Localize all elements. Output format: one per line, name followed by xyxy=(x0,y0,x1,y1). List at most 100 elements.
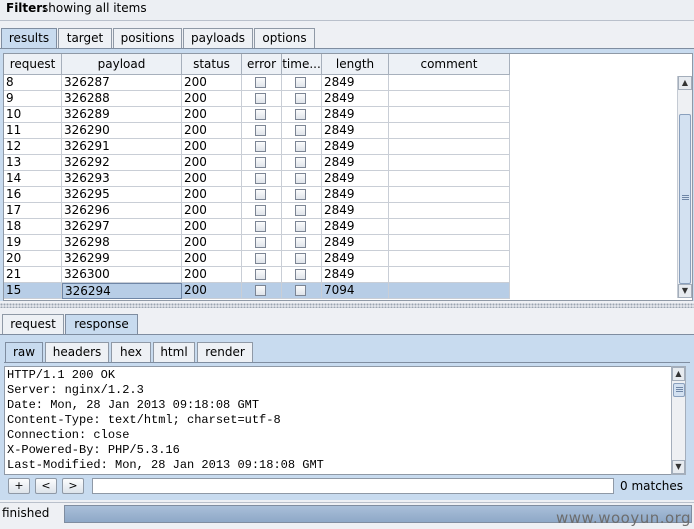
status-text: finished xyxy=(2,506,50,520)
timeout-checkbox[interactable] xyxy=(295,253,306,264)
scroll-thumb[interactable] xyxy=(679,114,691,284)
column-header-payload[interactable]: payload xyxy=(62,54,182,75)
error-checkbox[interactable] xyxy=(255,141,266,152)
scroll-thumb[interactable] xyxy=(673,383,685,397)
error-checkbox[interactable] xyxy=(255,125,266,136)
table-row[interactable]: 20 326299 200 2849 xyxy=(4,251,510,267)
tab-options[interactable]: options xyxy=(254,28,315,48)
table-row[interactable]: 9 326288 200 2849 xyxy=(4,91,510,107)
cell-error xyxy=(242,171,282,187)
cell-timeout xyxy=(282,75,322,91)
error-checkbox[interactable] xyxy=(255,77,266,88)
table-row[interactable]: 14 326293 200 2849 xyxy=(4,171,510,187)
previous-button[interactable]: < xyxy=(35,478,57,494)
results-table[interactable]: request payload status error time... len… xyxy=(3,53,693,301)
timeout-checkbox[interactable] xyxy=(295,205,306,216)
tab-target[interactable]: target xyxy=(58,28,112,48)
cell-error xyxy=(242,155,282,171)
timeout-checkbox[interactable] xyxy=(295,125,306,136)
timeout-checkbox[interactable] xyxy=(295,221,306,232)
timeout-checkbox[interactable] xyxy=(295,157,306,168)
error-checkbox[interactable] xyxy=(255,269,266,280)
error-checkbox[interactable] xyxy=(255,285,266,296)
cell-status: 200 xyxy=(182,171,242,187)
table-row[interactable]: 21 326300 200 2849 xyxy=(4,267,510,283)
cell-request: 18 xyxy=(4,219,62,235)
table-row[interactable]: 11 326290 200 2849 xyxy=(4,123,510,139)
table-row[interactable]: 12 326291 200 2849 xyxy=(4,139,510,155)
cell-timeout xyxy=(282,283,322,299)
cell-error xyxy=(242,107,282,123)
tab-request[interactable]: request xyxy=(2,314,64,334)
timeout-checkbox[interactable] xyxy=(295,269,306,280)
timeout-checkbox[interactable] xyxy=(295,237,306,248)
tab-results[interactable]: results xyxy=(1,28,57,48)
timeout-checkbox[interactable] xyxy=(295,285,306,296)
timeout-checkbox[interactable] xyxy=(295,189,306,200)
table-row[interactable]: 18 326297 200 2849 xyxy=(4,219,510,235)
tab-payloads[interactable]: payloads xyxy=(183,28,253,48)
cell-request: 11 xyxy=(4,123,62,139)
table-scrollbar[interactable]: ▲ ▼ xyxy=(677,76,692,298)
filter-bar[interactable]: Filter: showing all items xyxy=(0,0,694,21)
cell-request: 20 xyxy=(4,251,62,267)
cell-timeout xyxy=(282,203,322,219)
cell-comment xyxy=(389,283,510,299)
cell-length: 2849 xyxy=(322,203,389,219)
table-row[interactable]: 16 326295 200 2849 xyxy=(4,187,510,203)
tab-headers[interactable]: headers xyxy=(45,342,109,362)
error-checkbox[interactable] xyxy=(255,205,266,216)
error-checkbox[interactable] xyxy=(255,93,266,104)
column-header-timeout[interactable]: time... xyxy=(282,54,322,75)
table-row[interactable]: 15 326294 200 7094 xyxy=(4,283,510,299)
cell-timeout xyxy=(282,107,322,123)
error-checkbox[interactable] xyxy=(255,189,266,200)
next-button[interactable]: > xyxy=(62,478,84,494)
cell-length: 2849 xyxy=(322,171,389,187)
triangle-down-icon[interactable]: ▼ xyxy=(678,284,692,298)
tab-response[interactable]: response xyxy=(65,314,138,334)
column-header-request[interactable]: request xyxy=(4,54,62,75)
column-header-status[interactable]: status xyxy=(182,54,242,75)
error-checkbox[interactable] xyxy=(255,221,266,232)
column-header-length[interactable]: length xyxy=(322,54,389,75)
table-row[interactable]: 13 326292 200 2849 xyxy=(4,155,510,171)
tab-hex[interactable]: hex xyxy=(111,342,151,362)
table-row[interactable]: 17 326296 200 2849 xyxy=(4,203,510,219)
error-checkbox[interactable] xyxy=(255,173,266,184)
add-button[interactable]: + xyxy=(8,478,30,494)
table-row[interactable]: 8 326287 200 2849 xyxy=(4,75,510,91)
response-text[interactable]: HTTP/1.1 200 OK Server: nginx/1.2.3 Date… xyxy=(4,366,673,475)
column-header-error[interactable]: error xyxy=(242,54,282,75)
split-divider[interactable] xyxy=(0,303,694,308)
search-input[interactable] xyxy=(92,478,614,494)
timeout-checkbox[interactable] xyxy=(295,173,306,184)
cell-comment xyxy=(389,235,510,251)
error-checkbox[interactable] xyxy=(255,253,266,264)
table-row[interactable]: 10 326289 200 2849 xyxy=(4,107,510,123)
response-scrollbar[interactable]: ▲ ▼ xyxy=(671,366,686,475)
cell-request: 13 xyxy=(4,155,62,171)
cell-payload: 326291 xyxy=(62,139,182,155)
column-header-comment[interactable]: comment xyxy=(389,54,510,75)
cell-payload: 326299 xyxy=(62,251,182,267)
cell-status: 200 xyxy=(182,91,242,107)
triangle-up-icon[interactable]: ▲ xyxy=(678,76,692,90)
tab-raw[interactable]: raw xyxy=(5,342,43,362)
cell-length: 7094 xyxy=(322,283,389,299)
cell-status: 200 xyxy=(182,187,242,203)
tab-render[interactable]: render xyxy=(197,342,253,362)
timeout-checkbox[interactable] xyxy=(295,77,306,88)
error-checkbox[interactable] xyxy=(255,157,266,168)
triangle-up-icon[interactable]: ▲ xyxy=(672,367,685,381)
triangle-down-icon[interactable]: ▼ xyxy=(672,460,685,474)
cell-request: 10 xyxy=(4,107,62,123)
timeout-checkbox[interactable] xyxy=(295,141,306,152)
timeout-checkbox[interactable] xyxy=(295,109,306,120)
tab-html[interactable]: html xyxy=(153,342,195,362)
error-checkbox[interactable] xyxy=(255,237,266,248)
tab-positions[interactable]: positions xyxy=(113,28,182,48)
error-checkbox[interactable] xyxy=(255,109,266,120)
timeout-checkbox[interactable] xyxy=(295,93,306,104)
table-row[interactable]: 19 326298 200 2849 xyxy=(4,235,510,251)
